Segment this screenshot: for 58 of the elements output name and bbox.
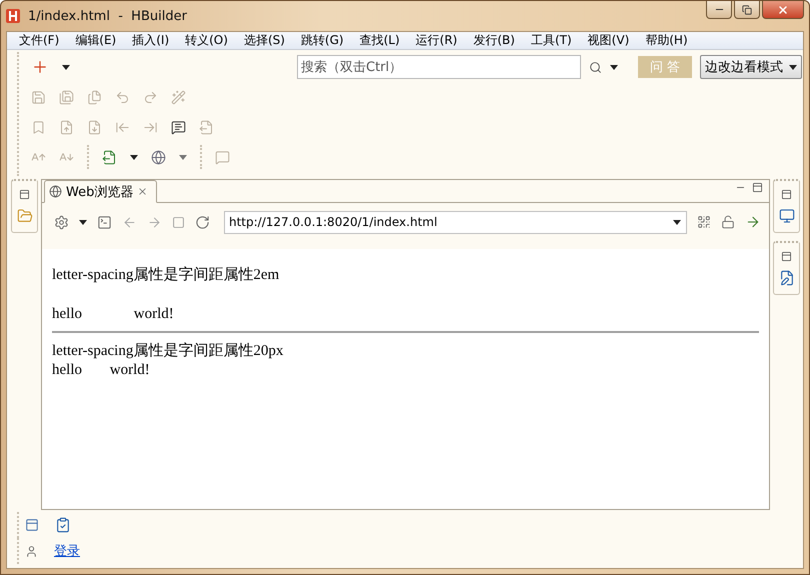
- globe-icon[interactable]: [49, 185, 62, 198]
- go-icon[interactable]: [745, 214, 761, 230]
- edit-file-icon[interactable]: [778, 270, 794, 286]
- search-field[interactable]: 搜索（双击Ctrl）: [297, 55, 581, 79]
- restore-icon[interactable]: [19, 189, 30, 200]
- menu-item[interactable]: 查找(L): [352, 32, 408, 49]
- restore-icon[interactable]: [781, 251, 792, 262]
- caret-icon[interactable]: [789, 64, 797, 70]
- close-button[interactable]: [762, 1, 804, 19]
- clipboard-check-icon[interactable]: [55, 517, 71, 533]
- app-logo-icon: [6, 9, 20, 23]
- menu-item[interactable]: 视图(V): [580, 32, 638, 49]
- mode-select[interactable]: 边改边看模式: [700, 55, 802, 79]
- qr-code-icon[interactable]: [697, 215, 711, 229]
- menu-item[interactable]: 跳转(G): [292, 32, 352, 49]
- caret-icon[interactable]: [673, 220, 681, 224]
- minimize-button[interactable]: [706, 1, 732, 19]
- caret-icon[interactable]: [130, 154, 138, 160]
- menu-item[interactable]: 文件(F): [11, 32, 68, 49]
- unlock-icon[interactable]: [721, 215, 735, 229]
- page-text: letter-spacing属性是字间距属性2em: [52, 265, 280, 284]
- menu-item[interactable]: 帮助(H): [637, 32, 696, 49]
- caret-icon[interactable]: [79, 220, 87, 224]
- login-link[interactable]: 登录: [54, 542, 80, 560]
- user-icon: [25, 544, 38, 558]
- plus-icon[interactable]: [31, 58, 49, 76]
- url-field[interactable]: http://127.0.0.1:8020/1/index.html: [224, 210, 687, 234]
- search-icon[interactable]: [589, 60, 602, 74]
- maximize-button[interactable]: [734, 1, 760, 19]
- menu-item[interactable]: 编辑(E): [67, 32, 124, 49]
- menu-item[interactable]: 工具(T): [522, 32, 580, 49]
- maximize-icon[interactable]: [752, 182, 763, 193]
- refresh-icon[interactable]: [195, 214, 210, 230]
- page-text: hello world!: [52, 306, 175, 323]
- restore-icon: [742, 4, 752, 14]
- browser-tab[interactable]: Web浏览器: [44, 180, 158, 203]
- caret-icon[interactable]: [62, 64, 70, 70]
- menu-item[interactable]: 运行(R): [408, 32, 466, 49]
- monitor-icon[interactable]: [778, 208, 794, 224]
- new-panel-icon[interactable]: [25, 518, 39, 532]
- menu-item[interactable]: 选择(S): [236, 32, 293, 49]
- caret-icon[interactable]: [610, 64, 618, 70]
- close-icon: [777, 4, 789, 16]
- globe-icon[interactable]: [151, 150, 166, 164]
- menu-item[interactable]: 插入(I): [124, 32, 178, 49]
- window-title: 1/index.html - HBuilder: [28, 8, 188, 24]
- restore-icon[interactable]: [781, 189, 792, 200]
- folder-icon[interactable]: [16, 208, 32, 224]
- menu-item[interactable]: 转义(O): [177, 32, 236, 49]
- terminal-icon[interactable]: [97, 214, 112, 230]
- close-icon[interactable]: [137, 186, 148, 197]
- stop-icon[interactable]: [172, 216, 185, 228]
- settings-icon[interactable]: [54, 214, 69, 230]
- run-file-icon[interactable]: [102, 150, 117, 164]
- page-text: hello world!: [52, 362, 151, 379]
- menu-item[interactable]: 发行(B): [465, 32, 523, 49]
- comment-icon[interactable]: [171, 120, 186, 134]
- page-text: letter-spacing属性是字间距属性20px: [52, 341, 284, 360]
